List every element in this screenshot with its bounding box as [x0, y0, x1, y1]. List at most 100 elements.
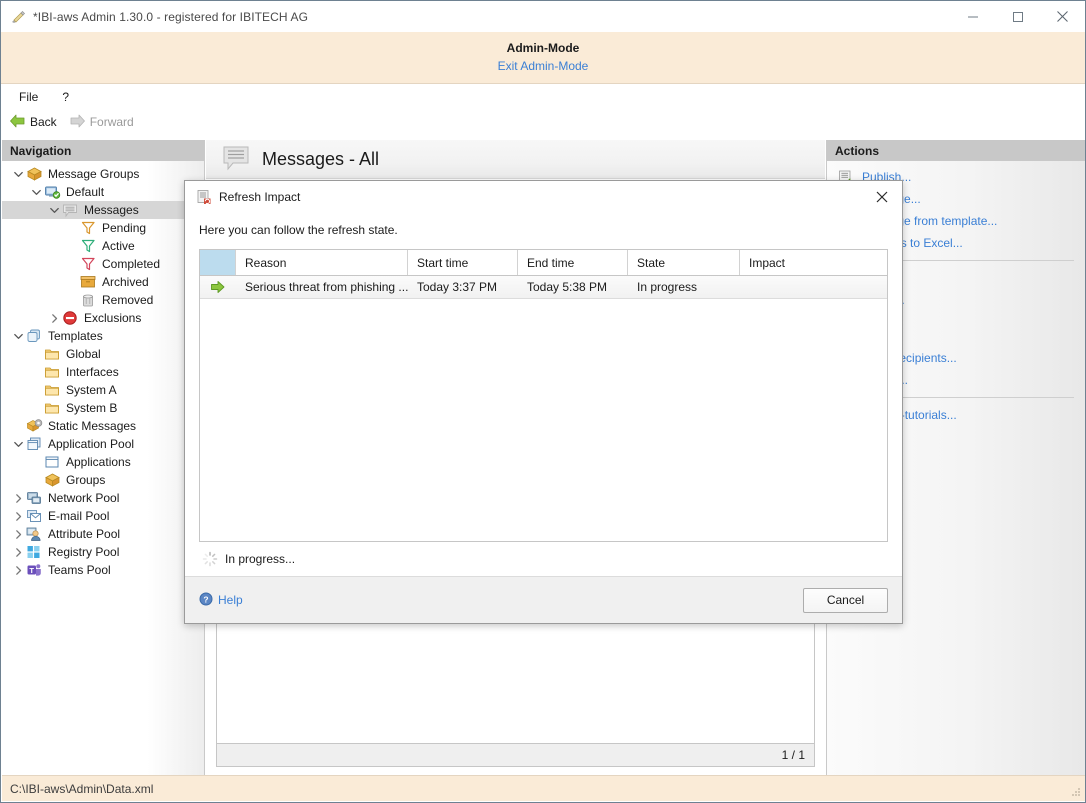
tree-item-archived[interactable]: Archived: [2, 273, 204, 291]
box-archive-icon: [80, 274, 97, 290]
help-link[interactable]: ? Help: [199, 592, 243, 609]
tree-item-label: Interfaces: [66, 364, 119, 380]
back-label: Back: [30, 115, 57, 129]
tree-item-exclusions[interactable]: Exclusions: [2, 309, 204, 327]
tree-item-attribute-pool[interactable]: Attribute Pool: [2, 525, 204, 543]
tree-item-system-b[interactable]: System B: [2, 399, 204, 417]
tree-item-removed[interactable]: Removed: [2, 291, 204, 309]
tree-item-templates[interactable]: Templates: [2, 327, 204, 345]
table-header-icon[interactable]: [200, 250, 236, 275]
row-reason: Serious threat from phishing ...: [236, 280, 408, 294]
tree-item-active[interactable]: Active: [2, 237, 204, 255]
tree-item-label: Groups: [66, 472, 105, 488]
tree-item-global[interactable]: Global: [2, 345, 204, 363]
tree-item-applications[interactable]: Applications: [2, 453, 204, 471]
table-header-start-time[interactable]: Start time: [408, 250, 518, 275]
tree-item-interfaces[interactable]: Interfaces: [2, 363, 204, 381]
trash-icon: [80, 292, 97, 308]
tree-item-label: Templates: [48, 328, 103, 344]
tree-item-network-pool[interactable]: Network Pool: [2, 489, 204, 507]
tree-item-label: Attribute Pool: [48, 526, 120, 542]
tree-item-messages[interactable]: Messages: [2, 201, 204, 219]
admin-mode-banner: Admin-Mode Exit Admin-Mode: [1, 32, 1085, 84]
table-header-reason[interactable]: Reason: [236, 250, 408, 275]
tree-item-system-a[interactable]: System A: [2, 381, 204, 399]
registry-icon: [26, 544, 43, 560]
window-controls: [950, 1, 1085, 32]
dialog-description: Here you can follow the refresh state.: [199, 223, 888, 237]
dialog-close-button[interactable]: [862, 181, 902, 213]
status-bar: C:\IBI-aws\Admin\Data.xml: [2, 775, 1086, 801]
window-title: *IBI-aws Admin 1.30.0 - registered for I…: [33, 10, 308, 24]
tree-item-teams-pool[interactable]: TTeams Pool: [2, 561, 204, 579]
tree-item-e-mail-pool[interactable]: E-mail Pool: [2, 507, 204, 525]
tree-item-label: Static Messages: [48, 418, 136, 434]
tree-item-static-messages[interactable]: Static Messages: [2, 417, 204, 435]
refresh-impact-dialog: Refresh Impact Here you can follow the r…: [184, 180, 903, 624]
chevron-right-icon[interactable]: [10, 490, 26, 506]
chevron-down-icon[interactable]: [10, 166, 26, 182]
window-icon: [44, 454, 61, 470]
chevron-right-icon[interactable]: [10, 562, 26, 578]
tree-item-label: E-mail Pool: [48, 508, 109, 524]
funnel-orange-icon: [80, 220, 97, 236]
chevron-right-icon[interactable]: [10, 544, 26, 560]
monitor-check-icon: [44, 184, 61, 200]
dialog-title: Refresh Impact: [219, 190, 300, 204]
tree-item-label: Completed: [102, 256, 160, 272]
status-path: C:\IBI-aws\Admin\Data.xml: [10, 782, 153, 796]
table-header-impact[interactable]: Impact: [740, 250, 887, 275]
tree-item-label: Archived: [102, 274, 149, 290]
user-attribute-icon: [26, 526, 43, 542]
chevron-down-icon[interactable]: [28, 184, 44, 200]
chevron-right-icon[interactable]: [10, 526, 26, 542]
close-button[interactable]: [1040, 1, 1085, 32]
email-icon: [26, 508, 43, 524]
chevron-right-icon[interactable]: [10, 508, 26, 524]
package-icon: [26, 166, 43, 182]
actions-pane-header: Actions: [827, 140, 1085, 161]
chevron-right-icon[interactable]: [46, 310, 62, 326]
maximize-button[interactable]: [995, 1, 1040, 32]
tree-item-message-groups[interactable]: Message Groups: [2, 165, 204, 183]
folder-icon: [44, 400, 61, 416]
tree-item-label: Removed: [102, 292, 153, 308]
resize-grip-icon[interactable]: [1069, 785, 1081, 797]
grid-pagination: 1 / 1: [216, 744, 815, 767]
svg-text:?: ?: [203, 594, 208, 604]
exit-admin-mode-link[interactable]: Exit Admin-Mode: [498, 57, 589, 76]
tree-item-pending[interactable]: Pending: [2, 219, 204, 237]
refresh-impact-table: Reason Start time End time State Impact …: [199, 249, 888, 542]
menu-item-help[interactable]: ?: [53, 88, 78, 106]
tree-item-application-pool[interactable]: Application Pool: [2, 435, 204, 453]
tree-item-registry-pool[interactable]: Registry Pool: [2, 543, 204, 561]
tree-item-label: Default: [66, 184, 104, 200]
table-header-state[interactable]: State: [628, 250, 740, 275]
tree-item-label: Messages: [84, 202, 139, 218]
no-entry-icon: [62, 310, 79, 326]
back-button[interactable]: Back: [9, 114, 57, 131]
dialog-progress-status: In progress...: [199, 542, 888, 576]
navigation-toolbar: Back Forward: [1, 108, 1085, 136]
tree-item-label: Registry Pool: [48, 544, 119, 560]
network-icon: [26, 490, 43, 506]
tree-item-label: System B: [66, 400, 117, 416]
table-header-end-time[interactable]: End time: [518, 250, 628, 275]
menu-item-file[interactable]: File: [10, 88, 47, 106]
forward-arrow-icon: [69, 114, 86, 131]
tree-item-label: Teams Pool: [48, 562, 111, 578]
forward-label: Forward: [90, 115, 134, 129]
chevron-down-icon[interactable]: [46, 202, 62, 218]
tree-item-default[interactable]: Default: [2, 183, 204, 201]
admin-mode-title: Admin-Mode: [507, 40, 580, 57]
cancel-button[interactable]: Cancel: [803, 588, 888, 613]
table-row[interactable]: Serious threat from phishing ...Today 3:…: [200, 276, 887, 299]
minimize-button[interactable]: [950, 1, 995, 32]
chevron-down-icon[interactable]: [10, 328, 26, 344]
folder-icon: [44, 346, 61, 362]
tree-item-completed[interactable]: Completed: [2, 255, 204, 273]
chevron-down-icon[interactable]: [10, 436, 26, 452]
table-body: Serious threat from phishing ...Today 3:…: [200, 276, 887, 541]
forward-button[interactable]: Forward: [69, 114, 134, 131]
tree-item-groups[interactable]: Groups: [2, 471, 204, 489]
